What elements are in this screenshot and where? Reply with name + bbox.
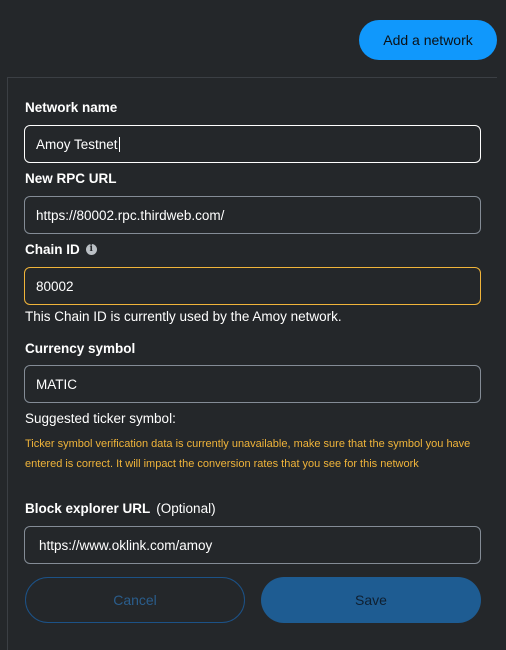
cancel-button-label: Cancel [113, 592, 157, 608]
add-network-label: Add a network [383, 32, 473, 48]
network-name-label-text: Network name [25, 100, 118, 115]
chain-id-label-text: Chain ID [25, 242, 80, 257]
ticker-warning-message: Ticker symbol verification data is curre… [25, 438, 471, 470]
currency-symbol-label: Currency symbol [25, 341, 135, 356]
text-caret [118, 136, 120, 152]
chain-id-label: Chain ID i [25, 242, 97, 257]
optional-label: (Optional) [156, 501, 216, 516]
block-explorer-label: Block explorer URL (Optional) [25, 501, 216, 516]
currency-symbol-value: MATIC [36, 376, 77, 392]
info-icon[interactable]: i [85, 244, 97, 255]
rpc-url-label-text: New RPC URL [25, 171, 117, 186]
add-network-page: Add a network Network name Amoy Testnet … [0, 0, 506, 650]
header-divider [7, 77, 497, 78]
block-explorer-input[interactable]: https://www.oklink.com/amoy [24, 526, 481, 564]
save-button-label: Save [355, 592, 387, 608]
rpc-url-value: https://80002.rpc.thirdweb.com/ [36, 207, 225, 223]
chain-id-input[interactable]: 80002 [24, 267, 481, 305]
block-explorer-label-text: Block explorer URL [25, 501, 151, 516]
suggested-ticker-label: Suggested ticker symbol: [25, 411, 176, 426]
network-name-value: Amoy Testnet [36, 136, 118, 152]
left-divider [7, 78, 8, 650]
rpc-url-input[interactable]: https://80002.rpc.thirdweb.com/ [24, 196, 481, 234]
currency-symbol-input[interactable]: MATIC [24, 365, 481, 403]
save-button[interactable]: Save [261, 577, 481, 623]
chain-id-value: 80002 [36, 278, 74, 294]
network-name-label: Network name [25, 100, 117, 115]
chain-id-message: This Chain ID is currently used by the A… [25, 309, 342, 324]
rpc-url-label: New RPC URL [25, 171, 117, 186]
block-explorer-value: https://www.oklink.com/amoy [39, 537, 213, 553]
add-network-button[interactable]: Add a network [359, 20, 497, 60]
currency-symbol-label-text: Currency symbol [25, 341, 136, 356]
network-name-input[interactable]: Amoy Testnet [24, 125, 481, 163]
cancel-button[interactable]: Cancel [25, 577, 245, 623]
